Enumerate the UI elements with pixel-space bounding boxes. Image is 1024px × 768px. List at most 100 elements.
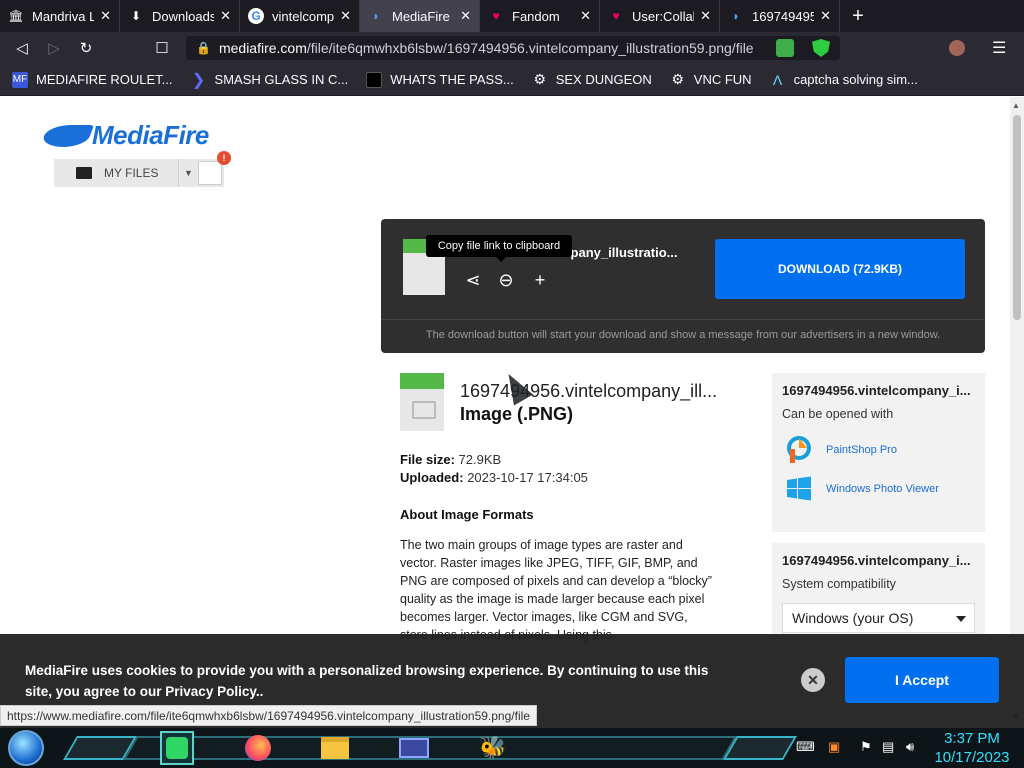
tab-mediafire[interactable]: ◗ MediaFire - ✕	[360, 0, 480, 32]
keyboard-icon[interactable]: ⌨	[796, 739, 815, 755]
os-selected-value: Windows (your OS)	[792, 610, 914, 626]
notification-badge[interactable]: !	[217, 151, 231, 165]
hamburger-menu-icon[interactable]: ☰	[992, 38, 1006, 58]
taskbar-firefox[interactable]	[241, 731, 275, 765]
clock-date: 10/17/2023	[934, 749, 1010, 766]
close-icon[interactable]: ✕	[220, 8, 231, 24]
tab-label: 1697494956	[752, 8, 814, 24]
download-note: The download button will start your down…	[425, 329, 941, 341]
new-tab-button[interactable]: +	[840, 0, 876, 32]
windows-icon	[787, 476, 811, 501]
tab-mandriva[interactable]: 🏛 Mandriva Li ✕	[0, 0, 120, 32]
link-icon[interactable]: ⊖	[495, 269, 517, 291]
system-clock[interactable]: 3:37 PM 10/17/2023	[932, 729, 1012, 767]
address-bar[interactable]: 🔒 mediafire.com/file/ite6qmwhxb6lsbw/169…	[186, 36, 840, 60]
close-icon[interactable]: ✕	[100, 8, 111, 24]
folder-icon	[321, 737, 349, 759]
tab-label: User:Collab	[632, 8, 695, 24]
url-path: /file/ite6qmwhxb6lsbw/1697494956.vintelc…	[306, 40, 754, 56]
about-heading: About Image Formats	[400, 507, 534, 522]
reload-button[interactable]: ↻	[70, 32, 102, 64]
tab-mediafire-2[interactable]: ◗ 1697494956 ✕	[720, 0, 840, 32]
bookmark-vnc-fun[interactable]: ⚙ VNC FUN	[670, 71, 752, 88]
card-file-name: 1697494956.vintelcompany_i...	[782, 553, 971, 568]
bookmark-smash-glass[interactable]: ❯ SMASH GLASS IN C...	[191, 72, 348, 89]
flag-icon[interactable]: ⚑	[860, 739, 872, 755]
bookmark-whats-the-pass[interactable]: WHATS THE PASS...	[366, 71, 514, 88]
taskbar-decoration	[723, 736, 797, 760]
spotify-icon	[166, 737, 188, 759]
tab-label: Mandriva Li	[32, 8, 95, 24]
close-icon[interactable]: ✕	[580, 8, 591, 24]
bookmark-mediafire-roulette[interactable]: MF MEDIAFIRE ROULET...	[12, 71, 173, 88]
folder-icon	[76, 167, 92, 179]
chevron-down-icon[interactable]: ▼	[178, 159, 198, 187]
tab-google[interactable]: G vintelcompa ✕	[240, 0, 360, 32]
accept-cookies-button[interactable]: I Accept	[845, 657, 999, 703]
share-icon[interactable]: ⋖	[462, 269, 484, 291]
tab-label: Fandom	[512, 8, 560, 24]
close-icon[interactable]: ✕	[820, 8, 831, 24]
bookmark-label: MEDIAFIRE ROULET...	[36, 72, 173, 87]
file-size-row: File size: 72.9KB	[400, 452, 501, 467]
app-windows-photo-viewer[interactable]: Windows Photo Viewer	[786, 474, 939, 504]
google-icon: G	[248, 8, 264, 24]
close-icon[interactable]: ✕	[460, 8, 471, 24]
my-files-label: MY FILES	[104, 166, 159, 180]
extension-icon[interactable]	[776, 39, 794, 57]
tab-downloads[interactable]: ⬇ Downloads ✕	[120, 0, 240, 32]
taskbar-bee-app[interactable]: 🐝	[476, 731, 510, 765]
tab-user-collab[interactable]: ♥ User:Collab ✕	[600, 0, 720, 32]
bookmark-icon[interactable]: ☐	[146, 32, 178, 64]
mediafire-logo[interactable]: MediaFire	[39, 120, 209, 151]
close-icon[interactable]: ✕	[340, 8, 351, 24]
close-icon[interactable]: ✕	[801, 668, 825, 692]
lambda-icon: Λ	[772, 71, 783, 88]
bookmark-captcha[interactable]: Λ captcha solving sim...	[770, 72, 918, 88]
chevron-down-icon	[956, 616, 966, 627]
file-name-heading: 1697494956.vintelcompany_ill...	[460, 381, 718, 401]
taskbar-spotify[interactable]	[160, 731, 194, 765]
download-button[interactable]: DOWNLOAD (72.9KB)	[715, 239, 965, 299]
divider	[381, 319, 985, 320]
tray-app-icon[interactable]: ▣	[828, 739, 840, 755]
gear-icon: ⚙	[533, 71, 546, 87]
avatar[interactable]	[949, 40, 965, 56]
card-subtitle: System compatibility	[782, 577, 896, 591]
network-icon[interactable]: ▤	[882, 739, 894, 755]
card-file-name: 1697494956.vintelcompany_i...	[782, 383, 971, 398]
bookmark-label: VNC FUN	[693, 72, 752, 87]
mf-icon: MF	[12, 71, 28, 88]
tab-fandom[interactable]: ♥ Fandom ✕	[480, 0, 600, 32]
card-subtitle: Can be opened with	[782, 407, 894, 421]
tab-label: Downloads	[152, 8, 215, 24]
taskbar-card-app[interactable]	[397, 731, 431, 765]
tab-bar: 🏛 Mandriva Li ✕ ⬇ Downloads ✕ G vintelco…	[0, 0, 1024, 32]
mediafire-icon: ◗	[372, 9, 380, 23]
back-button[interactable]: ◁	[6, 32, 38, 64]
os-select[interactable]: Windows (your OS)	[782, 603, 975, 633]
add-icon[interactable]: +	[529, 269, 551, 291]
user-avatar[interactable]	[198, 161, 222, 185]
scroll-up-icon[interactable]: ▲	[1012, 101, 1020, 110]
close-icon[interactable]: ✕	[700, 8, 711, 24]
app-paintshop[interactable]: PaintShop Pro	[786, 435, 897, 465]
copy-link-tooltip: Copy file link to clipboard	[426, 235, 572, 262]
app-label: Windows Photo Viewer	[826, 483, 939, 495]
mediafire-icon: ◗	[732, 9, 740, 23]
scrollbar-thumb[interactable]	[1013, 115, 1021, 320]
my-files-button[interactable]: MY FILES ▼ !	[54, 151, 231, 187]
taskbar: 🐝 ⌨ ▣ ⚑ ▤ 🔊︎ 3:37 PM 10/17/2023	[0, 728, 1024, 768]
bookmark-label: SEX DUNGEON	[555, 72, 652, 87]
taskbar-file-explorer[interactable]	[318, 731, 352, 765]
app-label: PaintShop Pro	[826, 444, 897, 456]
bookmarks-bar: MF MEDIAFIRE ROULET... ❯ SMASH GLASS IN …	[0, 64, 1024, 96]
bookmark-sex-dungeon[interactable]: ⚙ SEX DUNGEON	[532, 71, 652, 88]
volume-icon[interactable]: 🔊︎	[906, 739, 914, 755]
status-bar-url: https://www.mediafire.com/file/ite6qmwhx…	[0, 705, 537, 726]
forward-button[interactable]: ▷	[38, 32, 70, 64]
building-icon: 🏛	[8, 9, 24, 23]
start-button[interactable]	[8, 730, 44, 766]
flame-icon: ♥	[492, 9, 500, 23]
logo-text: MediaFire	[92, 120, 209, 150]
